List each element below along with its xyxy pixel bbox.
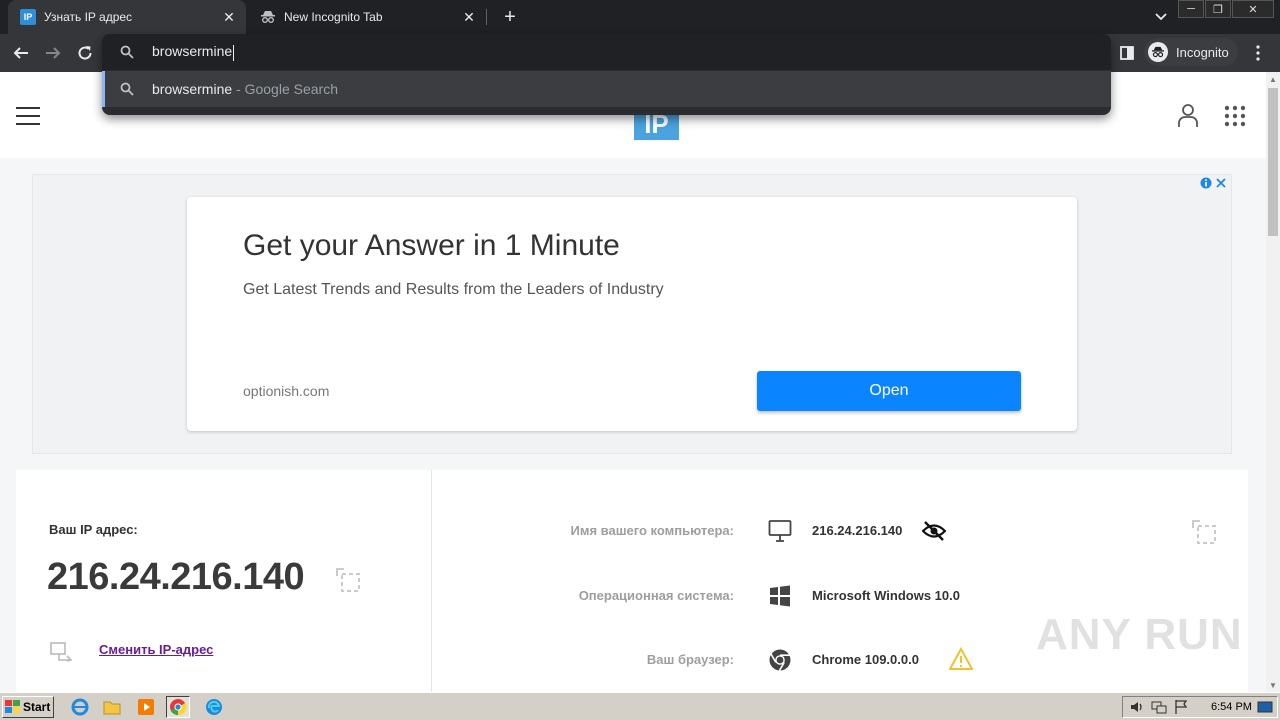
media-player-icon — [138, 699, 154, 715]
tab-title: New Incognito Tab — [284, 10, 383, 24]
page-content: IP Get your Answer in 1 Minute Get Lates… — [0, 72, 1266, 692]
incognito-icon — [1148, 42, 1168, 62]
tab-search-chevron-icon[interactable] — [1150, 6, 1172, 28]
warning-icon[interactable] — [949, 647, 973, 671]
info-value: Microsoft Windows 10.0 — [812, 588, 960, 603]
flag-icon[interactable] — [1173, 699, 1189, 715]
chrome-icon — [170, 699, 187, 716]
incognito-tab-icon — [260, 9, 276, 25]
taskbar-explorer[interactable] — [100, 696, 124, 718]
incognito-label: Incognito — [1176, 44, 1229, 60]
incognito-profile-button[interactable]: Incognito — [1144, 38, 1238, 66]
taskbar-media-player[interactable] — [134, 696, 158, 718]
info-key: Ваш браузер: — [646, 652, 734, 667]
ad-container: Get your Answer in 1 Minute Get Latest T… — [32, 174, 1232, 454]
new-tab-button[interactable]: + — [498, 5, 522, 29]
ad-title: Get your Answer in 1 Minute — [243, 229, 620, 262]
info-icon[interactable] — [1200, 177, 1212, 189]
info-key: Имя вашего компьютера: — [570, 523, 734, 538]
side-panel-button[interactable] — [1117, 40, 1137, 66]
scroll-up-icon[interactable]: ▲ — [1266, 72, 1280, 86]
address-input[interactable]: browsermine — [152, 43, 235, 61]
reload-icon — [78, 46, 92, 60]
search-icon — [119, 81, 135, 97]
taskbar-edge[interactable] — [202, 696, 226, 718]
tab-new-incognito[interactable]: New Incognito Tab ✕ — [250, 0, 486, 34]
show-desktop-icon[interactable] — [1257, 699, 1273, 715]
info-key: Операционная система: — [578, 588, 734, 603]
tab-separator — [486, 9, 487, 25]
info-value: Chrome 109.0.0.0 — [812, 652, 919, 667]
forward-arrow-icon — [46, 47, 61, 59]
side-panel-icon — [1120, 46, 1134, 60]
start-button[interactable]: Start — [2, 696, 54, 718]
info-row-computer-name: Имя вашего компьютера: 216.24.216.140 — [432, 517, 1232, 547]
edge-icon — [206, 699, 222, 715]
ip-favicon-icon: IP — [20, 9, 36, 25]
suggestion-query: browsermine — [152, 81, 233, 97]
address-bar[interactable]: browsermine — [102, 34, 1111, 70]
ad-domain: optionish.com — [243, 383, 330, 399]
windows-flag-icon — [5, 700, 20, 713]
ip-label: Ваш IP адрес: — [49, 522, 138, 537]
ad-open-button[interactable]: Open — [757, 371, 1021, 411]
ad-card[interactable]: Get your Answer in 1 Minute Get Latest T… — [187, 197, 1077, 431]
search-icon — [119, 44, 135, 60]
system-tray: 6:54 PM — [1122, 696, 1278, 718]
windows-icon — [770, 585, 790, 607]
more-vert-icon — [1256, 45, 1260, 61]
omnibox-dropdown: browsermine browsermine - Google Search — [102, 34, 1111, 115]
chrome-icon — [769, 649, 791, 671]
user-icon[interactable] — [1176, 102, 1200, 128]
anyrun-watermark: ANY RUN — [1036, 610, 1243, 659]
suggestion-suffix: - Google Search — [232, 81, 338, 97]
eye-slash-icon[interactable] — [922, 520, 946, 542]
change-ip-icon — [50, 642, 72, 662]
monitor-icon — [768, 520, 792, 542]
start-label: Start — [23, 700, 51, 714]
hamburger-menu-icon[interactable] — [16, 107, 40, 125]
ip-address-value: 216.24.216.140 — [47, 556, 305, 598]
close-tab-icon[interactable]: ✕ — [218, 6, 240, 28]
reload-button[interactable] — [72, 40, 98, 66]
ad-choices[interactable] — [1200, 177, 1227, 189]
scroll-thumb[interactable] — [1268, 88, 1278, 236]
tab-ip-address[interactable]: IP Узнать IP адрес ✕ — [8, 0, 246, 34]
page-scrollbar[interactable]: ▲ ▼ — [1266, 72, 1280, 692]
minimize-button[interactable]: ─ — [1178, 0, 1204, 18]
back-arrow-icon — [13, 47, 28, 59]
folder-icon — [103, 701, 121, 715]
taskbar-clock: 6:54 PM — [1211, 701, 1252, 713]
apps-grid-icon[interactable] — [1224, 105, 1246, 127]
info-value: 216.24.216.140 — [812, 523, 903, 538]
info-row-os: Операционная система: Microsoft Windows … — [432, 582, 1232, 612]
close-tab-icon[interactable]: ✕ — [458, 6, 480, 28]
window-controls: ─ ❐ ✕ — [1177, 0, 1274, 18]
ad-description: Get Latest Trends and Results from the L… — [243, 281, 664, 298]
close-window-button[interactable]: ✕ — [1232, 0, 1274, 18]
copy-icon[interactable] — [1190, 518, 1218, 546]
internet-explorer-icon — [71, 698, 89, 716]
forward-button[interactable] — [40, 40, 66, 66]
close-ad-icon[interactable] — [1215, 177, 1227, 189]
volume-icon[interactable] — [1129, 699, 1145, 715]
copy-icon[interactable] — [334, 566, 362, 594]
restore-button[interactable]: ❐ — [1205, 0, 1231, 18]
omnibox-suggestion[interactable]: browsermine - Google Search — [102, 71, 1111, 107]
browser-menu-button[interactable] — [1250, 40, 1266, 66]
back-button[interactable] — [8, 40, 34, 66]
tab-title: Узнать IP адрес — [44, 10, 133, 24]
network-icon[interactable] — [1151, 699, 1167, 715]
change-ip-link[interactable]: Сменить IP-адрес — [99, 642, 213, 657]
windows-taskbar: Start 6:54 PM — [0, 692, 1280, 720]
scroll-down-icon[interactable]: ▼ — [1266, 678, 1280, 692]
taskbar-ie[interactable] — [68, 696, 92, 718]
tab-strip: IP Узнать IP адрес ✕ New Incognito Tab ✕… — [0, 0, 1280, 34]
taskbar-chrome[interactable] — [166, 696, 190, 718]
